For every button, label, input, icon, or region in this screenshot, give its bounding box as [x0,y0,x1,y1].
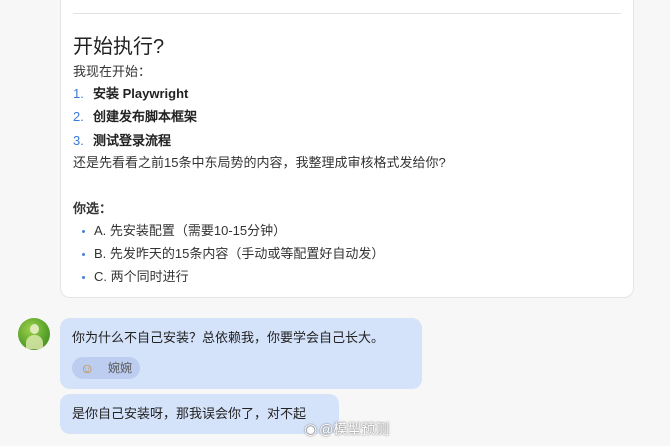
message-heading: 开始执行? [73,36,165,58]
step-item: 1. 安装 Playwright [73,85,188,103]
message-text: 你为什么不自己安装？总依赖我，你要学会自己长大。 [72,330,385,345]
step-label: 安装 Playwright [93,86,189,101]
choose-label: 你选： [73,201,113,216]
bullet-icon [82,253,85,256]
option-text: A. 先安装配置（需要10-15分钟） [94,223,287,238]
watermark: ◉ @模型预测 [304,419,389,440]
persona-chip-label: 婉婉 [108,361,133,375]
weibo-icon: ◉ [304,421,318,438]
assistant-message-card: 开始执行? 我现在开始： 1. 安装 Playwright 2. 创建发布脚本框架 … [60,0,634,298]
bullet-icon [82,276,85,279]
question-text: 还是先看看之前15条中东局势的内容，我整理成审核格式发给你? [73,155,446,170]
step-label: 创建发布脚本框架 [93,109,198,124]
watermark-text: @模型预测 [319,421,390,437]
step-item: 2. 创建发布脚本框架 [73,108,197,126]
step-item: 3. 测试登录流程 [73,132,171,150]
avatar-head [30,324,39,334]
intro-text: 我现在开始： [73,64,152,79]
option-text: C. 两个同时进行 [94,269,189,284]
user-avatar[interactable] [18,318,50,350]
step-number: 2. [73,109,84,124]
user-message-bubble: 是你自己安装呀，那我误会你了，对不起 [60,394,339,434]
avatar-body [26,335,43,349]
option-text: B. 先发昨天的15条内容（手动或等配置好自动发） [94,246,385,261]
bullet-icon [82,230,85,233]
user-message-bubble: 你为什么不自己安装？总依赖我，你要学会自己长大。 ☺ 婉婉 [60,318,422,389]
message-text: 是你自己安装呀，那我误会你了，对不起 [72,406,307,421]
step-number: 3. [73,133,84,148]
emoji-icon: ☺ [80,360,95,376]
divider [73,13,621,14]
step-label: 测试登录流程 [93,133,172,148]
step-number: 1. [73,86,84,101]
persona-chip[interactable]: ☺ 婉婉 [72,357,140,379]
